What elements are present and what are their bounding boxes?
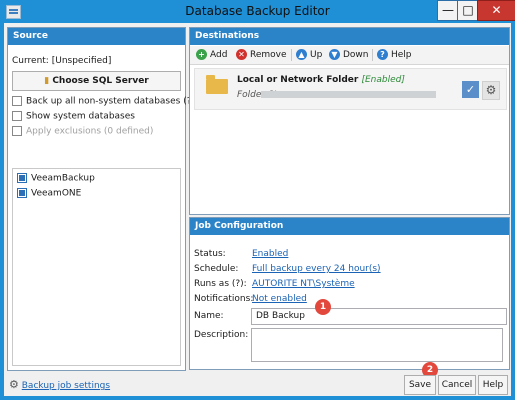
description-input[interactable] <box>251 328 503 362</box>
source-panel: Source Current: [Unspecified] ▮ Choose S… <box>7 27 195 371</box>
gear-icon[interactable]: ⚙ <box>482 81 500 100</box>
current-value: [Unspecified] <box>51 56 112 66</box>
redacted-path <box>261 91 436 98</box>
status-link[interactable]: Enabled <box>252 249 288 259</box>
destinations-panel: Destinations + Add ✕ Remove ▲ Up ▼ Down ? Hel… <box>189 27 510 215</box>
destination-status: [Enabled] <box>361 75 405 85</box>
job-configuration-header: Job Configuration <box>190 218 509 235</box>
destinations-toolbar: + Add ✕ Remove ▲ Up ▼ Down ? Help <box>190 46 509 65</box>
job-configuration-panel: Job Configuration Status: Enabled Schedu… <box>189 217 510 370</box>
database-item[interactable]: VeeamONE <box>17 188 81 199</box>
enable-toggle-button[interactable]: ✓ <box>462 81 479 98</box>
help-button[interactable]: Help <box>478 375 508 395</box>
help-toolbar-button[interactable]: ? Help <box>377 49 412 60</box>
option-checkbox <box>12 126 22 136</box>
toolbar-separator <box>291 49 292 61</box>
remove-icon: ✕ <box>236 49 247 60</box>
description-label: Description: <box>194 330 249 340</box>
up-button[interactable]: ▲ Up <box>296 49 322 60</box>
source-panel-header: Source <box>8 28 185 45</box>
database-list[interactable]: VeeamBackup VeeamONE <box>12 168 181 366</box>
remove-button[interactable]: ✕ Remove <box>236 49 287 60</box>
option-label: Back up all non-system databases (?) <box>26 96 196 107</box>
schedule-label: Schedule: <box>194 264 239 274</box>
database-name: VeeamONE <box>31 188 82 199</box>
notifications-link[interactable]: Not enabled <box>252 294 307 304</box>
folder-icon <box>206 75 228 94</box>
current-label: Current: <box>12 56 49 66</box>
option-label: Apply exclusions (0 defined) <box>26 126 154 137</box>
choose-sql-server-label: Choose SQL Server <box>52 76 149 86</box>
status-label: Status: <box>194 249 226 259</box>
maximize-button[interactable]: □ <box>457 0 479 21</box>
down-label: Down <box>343 50 369 60</box>
minimize-button[interactable]: — <box>437 0 459 21</box>
destinations-panel-header: Destinations <box>190 28 509 45</box>
gear-icon: ⚙ <box>9 378 19 391</box>
help-toolbar-label: Help <box>391 50 412 60</box>
destination-item[interactable]: Local or Network Folder [Enabled] Folder… <box>194 68 507 110</box>
backup-job-settings[interactable]: ⚙ Backup job settings <box>9 378 110 391</box>
database-checkbox[interactable] <box>17 173 27 183</box>
add-button[interactable]: + Add <box>196 49 227 60</box>
backup-job-settings-link: Backup job settings <box>21 381 111 391</box>
toolbar-separator <box>372 49 373 61</box>
up-icon: ▲ <box>296 49 307 60</box>
current-server: Current: [Unspecified] <box>12 56 111 66</box>
source-option[interactable]: Back up all non-system databases (?) <box>12 96 195 107</box>
destination-name-text: Local or Network Folder <box>237 75 359 85</box>
up-label: Up <box>310 50 323 60</box>
source-option[interactable]: Show system databases <box>12 111 135 122</box>
choose-sql-server-button[interactable]: ▮ Choose SQL Server <box>12 71 181 91</box>
down-button[interactable]: ▼ Down <box>329 49 369 60</box>
help-icon: ? <box>377 49 388 60</box>
add-icon: + <box>196 49 207 60</box>
database-item[interactable]: VeeamBackup <box>17 173 95 184</box>
source-option: Apply exclusions (0 defined) <box>12 126 153 137</box>
name-input[interactable]: DB Backup <box>251 308 507 325</box>
name-label: Name: <box>194 311 224 321</box>
notifications-label: Notifications: <box>194 294 254 304</box>
title-bar: Database Backup Editor — □ ✕ <box>0 0 515 23</box>
add-label: Add <box>210 50 228 60</box>
cancel-button[interactable]: Cancel <box>438 375 476 395</box>
database-checkbox[interactable] <box>17 188 27 198</box>
runs-as-link[interactable]: AUTORITE NT\Système <box>252 279 355 289</box>
database-name: VeeamBackup <box>31 173 95 184</box>
option-checkbox[interactable] <box>12 111 22 121</box>
option-label: Show system databases <box>26 111 135 122</box>
save-button[interactable]: Save <box>404 375 436 395</box>
sql-server-icon: ▮ <box>44 76 50 86</box>
destination-name: Local or Network Folder [Enabled] <box>237 75 405 85</box>
annotation-badge-1: 1 <box>315 299 331 315</box>
runs-as-label: Runs as (?): <box>194 279 247 289</box>
remove-label: Remove <box>250 50 287 60</box>
dialog-body: Source Current: [Unspecified] ▮ Choose S… <box>4 23 511 396</box>
down-icon: ▼ <box>329 49 340 60</box>
schedule-link[interactable]: Full backup every 24 hour(s) <box>252 264 381 274</box>
option-checkbox[interactable] <box>12 96 22 106</box>
close-button[interactable]: ✕ <box>477 0 515 21</box>
